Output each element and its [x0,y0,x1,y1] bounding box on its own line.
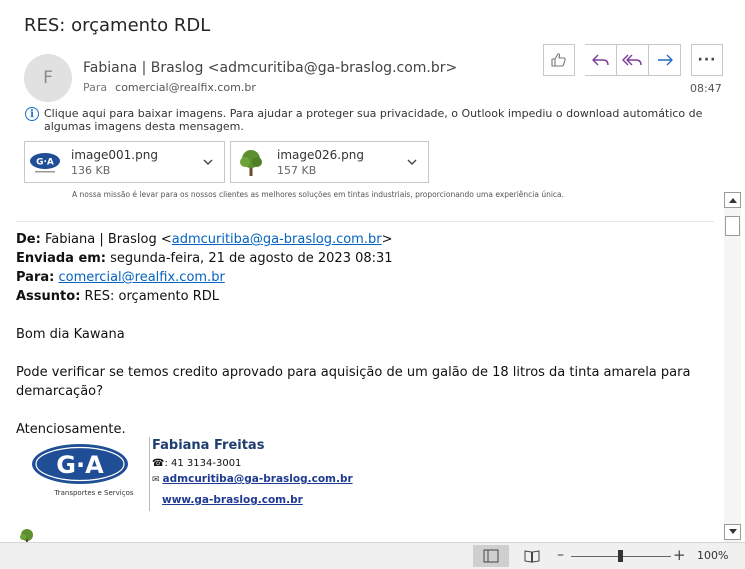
signature-name: Fabiana Freitas [152,438,265,453]
chevron-down-icon[interactable] [202,156,214,168]
reply-all-button[interactable] [617,44,649,76]
signature-email-link[interactable]: admcuritiba@ga-braslog.com.br [163,473,353,485]
phone-icon: ☎: [152,458,168,469]
attachment-image026[interactable]: image026.png 157 KB [230,141,429,183]
email-subject: RES: orçamento RDL [24,15,211,36]
signature-email: ✉ admcuritiba@ga-braslog.com.br [152,473,353,485]
quoted-from-line: De: Fabiana | Braslog <admcuritiba@ga-br… [16,232,393,247]
logo-text: G·A [56,451,104,479]
tree-image-icon [20,529,33,542]
svg-text:G·A: G·A [36,158,54,168]
chevron-down-icon[interactable] [406,156,418,168]
avatar-initial: F [43,68,53,88]
signature-phone: ☎: 41 3134-3001 [152,458,242,469]
attachment-name: image026.png [277,148,364,162]
message-body: De: Fabiana | Braslog <admcuritiba@ga-br… [16,230,721,439]
info-icon: i [25,107,39,121]
received-time: 08:47 [690,82,722,95]
attachment-size: 136 KB [71,164,111,177]
zoom-slider-thumb[interactable] [618,550,623,562]
normal-view-icon [483,549,499,563]
scrollbar-thumb[interactable] [725,216,740,236]
arrow-down-icon [728,529,737,534]
mission-statement: A nossa missão é levar para os nossos cl… [72,190,565,199]
forward-icon [657,54,673,66]
normal-view-button[interactable] [473,545,509,567]
greeting-text: Bom dia Kawana [16,327,125,342]
message-actions: ··· [543,44,723,76]
reply-all-icon [621,54,642,66]
reading-view-icon [524,550,540,563]
forward-button[interactable] [649,44,681,76]
vertical-scrollbar[interactable] [724,192,741,542]
logo-subtitle: Transportes e Serviços [53,489,133,497]
zoom-out-button[interactable]: – [557,547,564,563]
image-blocked-notice[interactable]: i Clique aqui para baixar imagens. Para … [24,107,714,133]
from-email-link[interactable]: admcuritiba@ga-braslog.com.br [172,232,382,247]
attachment-image001[interactable]: G·A image001.png 136 KB [24,141,225,183]
signature-website: www.ga-braslog.com.br [162,494,303,506]
arrow-up-icon [728,198,737,203]
reply-button[interactable] [585,44,617,76]
more-icon: ··· [697,52,717,68]
more-actions-button[interactable]: ··· [691,44,723,76]
recipient-line: Para comercial@realfix.com.br [83,81,256,94]
scroll-down-button[interactable] [724,524,741,540]
attachment-name: image001.png [71,148,158,162]
quoted-to-line: Para: comercial@realfix.com.br [16,270,225,285]
attachment-size: 157 KB [277,164,317,177]
info-text: Clique aqui para baixar imagens. Para aj… [44,107,703,133]
sender-name[interactable]: Fabiana | Braslog <admcuritiba@ga-braslo… [83,60,457,76]
zoom-in-button[interactable]: + [673,546,686,564]
status-bar: – + 100% [0,542,745,569]
like-button[interactable] [543,44,575,76]
recipient-email[interactable]: comercial@realfix.com.br [115,81,256,94]
mail-icon: ✉ [152,475,160,485]
closing-text: Atenciosamente. [16,422,126,437]
avatar[interactable]: F [24,54,72,102]
reply-icon [591,54,609,66]
thumbs-up-icon [551,53,566,67]
to-label: Para [83,81,108,94]
header-divider [16,221,714,222]
zoom-level[interactable]: 100% [697,549,728,562]
ga-logo-thumbnail-icon: G·A [29,148,61,178]
scroll-up-button[interactable] [724,192,741,208]
quoted-sent-line: Enviada em: segunda-feira, 21 de agosto … [16,251,393,266]
website-link[interactable]: www.ga-braslog.com.br [162,494,303,506]
signature-divider [149,437,150,511]
ga-logo: G·A Transportes e Serviços [30,442,134,498]
quoted-subject-line: Assunto: RES: orçamento RDL [16,289,220,304]
message-text: Pode verificar se temos credito aprovado… [16,365,691,399]
to-email-link[interactable]: comercial@realfix.com.br [58,270,224,285]
tree-thumbnail-icon [235,148,267,178]
reading-view-button[interactable] [514,545,550,567]
